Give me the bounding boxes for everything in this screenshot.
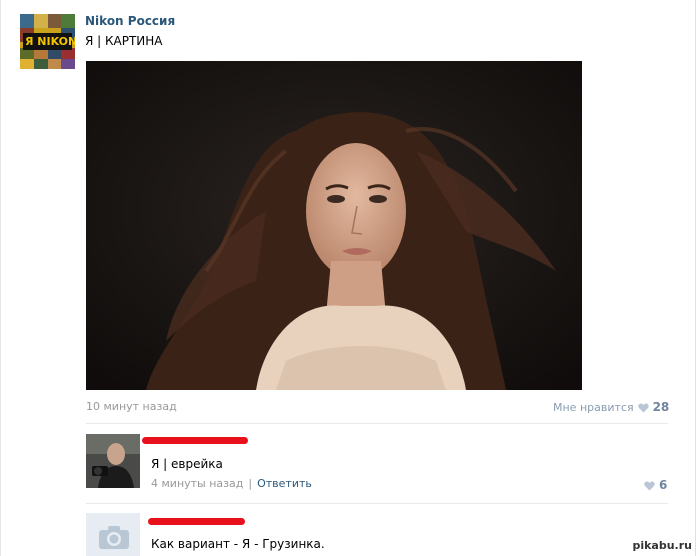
comment-like-button[interactable]: 6 xyxy=(644,478,667,492)
heart-icon xyxy=(637,402,649,413)
post-like-button[interactable]: Мне нравится 28 xyxy=(553,400,669,414)
reply-link[interactable]: Ответить xyxy=(257,477,312,490)
commenter-avatar-placeholder[interactable] xyxy=(86,513,140,556)
divider xyxy=(86,423,668,424)
divider xyxy=(86,503,668,504)
post-photo[interactable] xyxy=(86,61,582,390)
comment-meta: 4 минуты назад | Ответить xyxy=(151,477,312,490)
post-text: Я | КАРТИНА xyxy=(85,34,163,48)
nikon-avatar[interactable]: Я NIKON xyxy=(20,14,75,69)
post-time[interactable]: 10 минут назад xyxy=(86,400,177,413)
watermark: pikabu.ru xyxy=(630,539,694,552)
post-author-link[interactable]: Nikon Россия xyxy=(85,14,175,28)
commenter-photo-image xyxy=(86,434,140,488)
comment-text: Как вариант - Я - Грузинка. xyxy=(151,537,325,551)
heart-icon xyxy=(644,480,655,491)
commenter-avatar[interactable] xyxy=(86,434,140,488)
nikon-avatar-label: Я NIKON xyxy=(25,35,75,48)
comment-meta-separator: | xyxy=(248,477,253,490)
camera-icon xyxy=(98,525,130,552)
portrait-photo-image xyxy=(86,61,582,390)
redacted-name-mark xyxy=(148,518,245,525)
comment-text: Я | еврейка xyxy=(151,457,223,471)
post-like-count: 28 xyxy=(652,400,670,414)
post-like-label: Мне нравится xyxy=(553,400,634,414)
comment-like-count: 6 xyxy=(659,478,668,492)
redacted-name-mark xyxy=(142,437,248,444)
comment-time[interactable]: 4 минуты назад xyxy=(151,477,243,490)
